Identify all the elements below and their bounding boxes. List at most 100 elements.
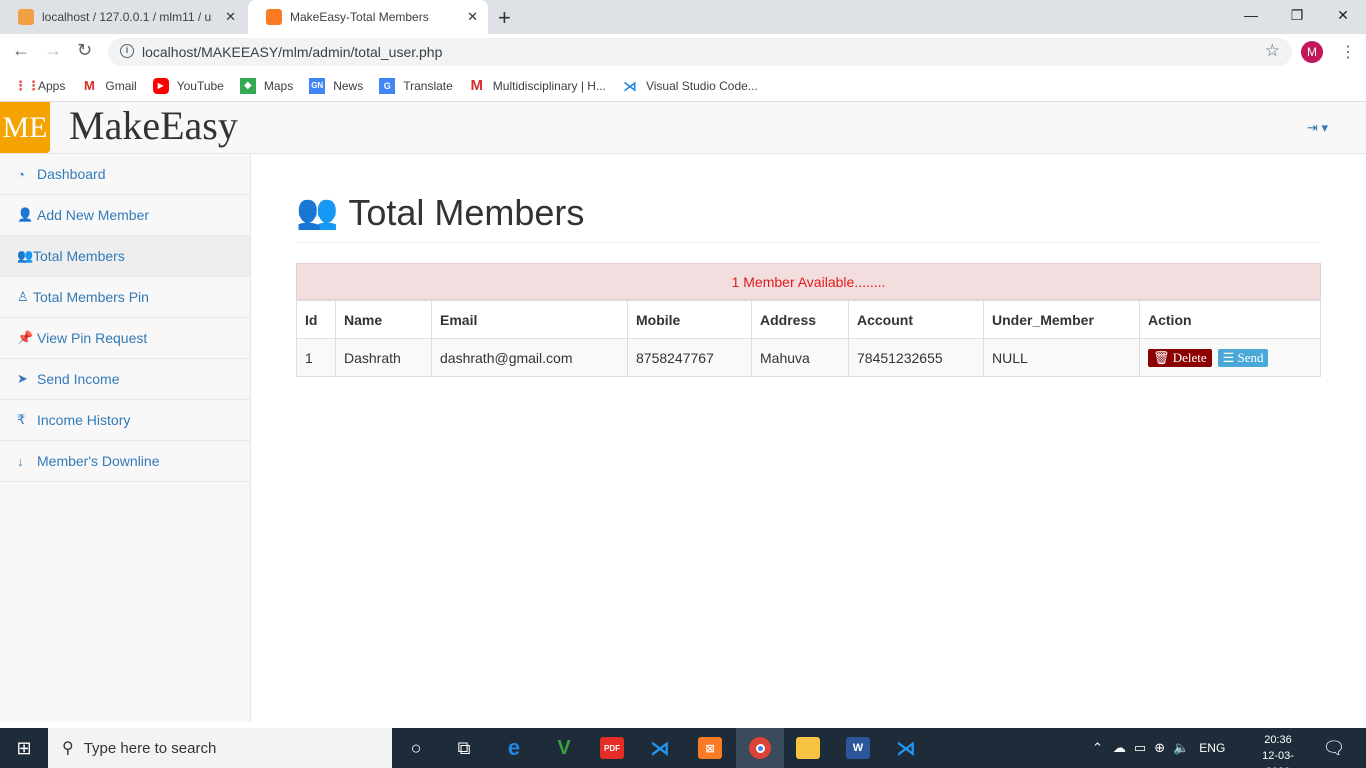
info-icon[interactable]: i <box>120 44 134 58</box>
browser-menu-icon[interactable]: ⋮ <box>1340 42 1356 62</box>
new-tab-button[interactable]: + <box>498 5 511 31</box>
cell-account: 78451232655 <box>848 338 984 377</box>
window-close-button[interactable]: ✕ <box>1320 0 1366 30</box>
sidebar-item-dashboard[interactable]: ◔ Dashboard <box>0 154 250 195</box>
bookmark-vscode[interactable]: ⋊ Visual Studio Code... <box>622 78 758 94</box>
maps-icon: ◆ <box>239 77 256 94</box>
apps-grid-icon: ⋮⋮ <box>14 77 40 93</box>
dashboard-icon: ◔ <box>17 166 25 182</box>
column-header: Email <box>431 300 628 339</box>
bookmark-gmail[interactable]: M Gmail <box>81 78 137 94</box>
profile-avatar[interactable]: M <box>1301 41 1323 63</box>
main-content: 👥 Total Members 1 Member Available......… <box>251 154 1366 722</box>
cell-id: 1 <box>296 338 336 377</box>
restore-button[interactable]: ❐ <box>1274 0 1320 30</box>
sidebar-item-total-members[interactable]: 👥 Total Members <box>0 236 250 277</box>
sidebar-item-send-income[interactable]: ➤ Send Income <box>0 359 250 400</box>
bookmark-label: News <box>333 78 364 93</box>
column-header: Id <box>296 300 336 339</box>
rupee-icon: ₹ <box>17 412 26 427</box>
bookmark-label: Visual Studio Code... <box>645 78 758 93</box>
pin-icon: ♙ <box>17 289 29 304</box>
address-bar[interactable]: i localhost/MAKEEASY/mlm/admin/total_use… <box>108 38 1292 66</box>
sidebar-item-add-new-member[interactable]: 👤 Add New Member <box>0 195 250 236</box>
battery-icon[interactable]: ▭ <box>1134 740 1146 756</box>
close-tab-icon[interactable]: ✕ <box>467 9 478 25</box>
paper-plane-icon: ➤ <box>17 371 28 386</box>
logout-dropdown-icon[interactable]: ⇥ ▾ <box>1307 120 1328 136</box>
sidebar-item-members-downline[interactable]: ↓ Member's Downline <box>0 441 250 482</box>
task-view-icon[interactable]: ⧉ <box>440 728 488 768</box>
cell-under-member: NULL <box>983 338 1140 377</box>
column-header: Mobile <box>627 300 752 339</box>
delete-label: Delete <box>1172 349 1207 365</box>
bookmark-news[interactable]: GN News <box>309 77 364 94</box>
sidebar-item-total-members-pin[interactable]: ♙ Total Members Pin <box>0 277 250 318</box>
forward-icon[interactable]: → <box>44 40 62 61</box>
bookmark-maps[interactable]: ◆ Maps <box>239 77 293 94</box>
taskbar-clock[interactable]: 20:36 12-03-2020 <box>1254 732 1302 768</box>
phpmyadmin-icon <box>18 9 34 25</box>
table-row: 1 Dashrath dashrath@gmail.com 8758247767… <box>296 338 1321 377</box>
column-header: Action <box>1139 300 1321 339</box>
browser-tab-makeeasy[interactable]: MakeEasy-Total Members ✕ <box>248 0 488 34</box>
vscode-icon[interactable]: ⋊ <box>882 728 930 768</box>
tab-title: MakeEasy-Total Members <box>290 10 429 24</box>
users-icon: 👥 <box>296 193 339 231</box>
vim-icon[interactable]: V <box>540 728 588 768</box>
app-brand[interactable]: MakeEasy <box>69 102 238 150</box>
reload-icon[interactable]: ↻ <box>77 40 92 61</box>
xampp-icon[interactable]: ⊠ <box>686 728 734 768</box>
bookmark-multidisciplinary[interactable]: M Multidisciplinary | H... <box>469 77 606 94</box>
minimize-button[interactable]: — <box>1228 0 1274 30</box>
taskbar-search[interactable]: ⚲ Type here to search <box>48 728 392 768</box>
sidebar-item-label: Income History <box>37 412 131 428</box>
cell-address: Mahuva <box>751 338 849 377</box>
vscode-icon[interactable]: ⋊ <box>636 728 684 768</box>
cell-action: 🗑 Delete ☰ Send <box>1139 338 1321 377</box>
notification-icon[interactable]: 🗨 <box>1310 728 1358 768</box>
browser-tab-phpmyadmin[interactable]: localhost / 127.0.0.1 / mlm11 / us ✕ <box>0 0 246 34</box>
browser-tab-strip: localhost / 127.0.0.1 / mlm11 / us ✕ Mak… <box>0 0 1366 34</box>
chrome-icon[interactable] <box>736 728 784 768</box>
trash-icon: 🗑 <box>1153 349 1170 365</box>
bookmark-youtube[interactable]: ▶ YouTube <box>152 77 224 94</box>
column-header: Under_Member <box>983 300 1140 339</box>
clock-date: 12-03-2020 <box>1262 750 1294 768</box>
pdf-icon[interactable]: PDF <box>588 728 636 768</box>
globe-icon[interactable]: ⊕ <box>1154 740 1165 756</box>
sidebar-item-view-pin-request[interactable]: 📌 View Pin Request <box>0 318 250 359</box>
page-heading: 👥 Total Members <box>296 192 1320 243</box>
users-icon: 👥 <box>17 248 34 263</box>
sidebar: ◔ Dashboard 👤 Add New Member 👥 Total Mem… <box>0 154 251 722</box>
edge-icon[interactable]: e <box>490 728 538 768</box>
send-button[interactable]: ☰ Send <box>1217 348 1269 367</box>
xampp-icon <box>266 9 282 25</box>
bookmark-apps[interactable]: ⋮⋮ Apps <box>14 78 65 94</box>
bookmarks-bar: ⋮⋮ Apps M Gmail ▶ YouTube ◆ Maps GN News… <box>0 70 1366 102</box>
sidebar-item-income-history[interactable]: ₹ Income History <box>0 400 250 441</box>
language-indicator[interactable]: ENG <box>1199 741 1225 755</box>
youtube-icon: ▶ <box>152 77 169 94</box>
cortana-icon[interactable]: ○ <box>392 728 440 768</box>
file-explorer-icon[interactable] <box>784 728 832 768</box>
members-table: Id Name Email Mobile Address Account Und… <box>296 300 1321 377</box>
chevron-up-icon[interactable]: ⌃ <box>1092 740 1103 756</box>
windows-start-icon[interactable]: ⊞ <box>0 728 48 768</box>
network-icon[interactable]: ☁ <box>1113 740 1126 756</box>
app-logo[interactable]: ME <box>0 102 50 153</box>
close-tab-icon[interactable]: ✕ <box>225 9 236 25</box>
vscode-icon: ⋊ <box>622 77 637 94</box>
member-count-text: Member Available........ <box>739 274 886 290</box>
url-text[interactable]: localhost/MAKEEASY/mlm/admin/total_user.… <box>142 44 442 60</box>
translate-icon: G <box>379 77 396 94</box>
delete-button[interactable]: 🗑 Delete <box>1148 348 1212 367</box>
bookmark-label: Multidisciplinary | H... <box>492 78 606 93</box>
back-icon[interactable]: ← <box>12 40 30 61</box>
volume-icon[interactable]: 🔈 <box>1173 740 1189 756</box>
app-header: ME MakeEasy ⇥ ▾ <box>0 102 1366 154</box>
word-icon[interactable]: W <box>834 728 882 768</box>
bookmark-star-icon[interactable]: ☆ <box>1265 41 1280 61</box>
page-title: Total Members <box>348 192 585 233</box>
bookmark-translate[interactable]: G Translate <box>379 77 453 94</box>
